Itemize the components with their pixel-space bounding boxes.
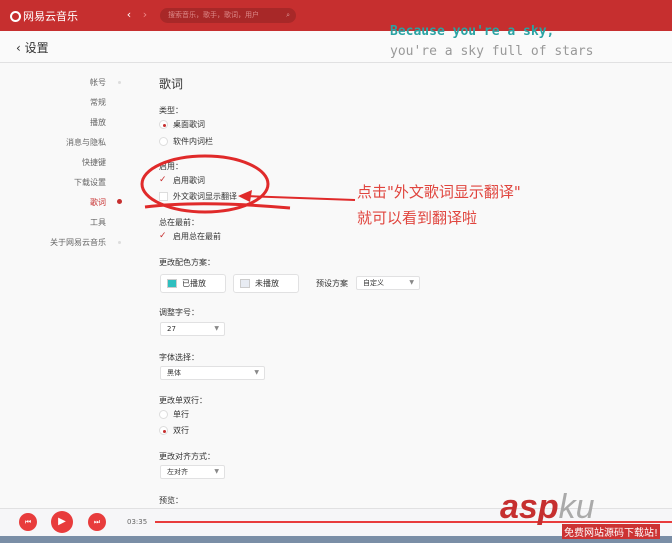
annotation-overlay <box>140 154 356 214</box>
play-button[interactable]: ▶ <box>51 511 73 533</box>
annotation-text: 就可以看到翻译啦 <box>357 209 478 227</box>
watermark-tagline: 免费网站源码下载站! <box>562 524 661 539</box>
prev-track-button[interactable]: ⏮ <box>19 513 37 531</box>
arrow-head-icon <box>238 190 252 202</box>
desktop-lyric-line1: Because you're a sky, <box>390 24 555 39</box>
annotation-text: 点击"外文歌词显示翻译" <box>357 183 521 201</box>
desktop-lyric-line2: you're a sky full of stars <box>390 44 594 59</box>
watermark-logo: aspku <box>500 488 595 526</box>
current-time: 03:35 <box>127 518 148 526</box>
next-track-button[interactable]: ⏭ <box>88 513 106 531</box>
